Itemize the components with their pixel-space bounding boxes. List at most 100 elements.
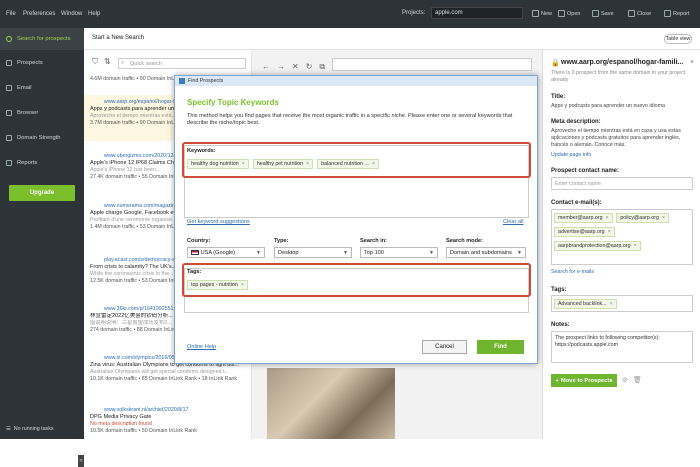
app-icon	[179, 78, 185, 84]
close-icon	[628, 10, 635, 17]
email-chip: advertise@aarp.org ×	[554, 227, 615, 237]
email-chip: member@aarp.org ×	[554, 213, 613, 223]
type-select[interactable]: Desktop ▼	[274, 247, 352, 258]
prospects-icon	[6, 60, 12, 66]
tags-label: Tags:	[551, 287, 567, 293]
stop-icon[interactable]: ✕	[292, 62, 299, 72]
remove-icon[interactable]: ×	[634, 243, 637, 249]
collapse-sidebar-button[interactable]: «	[78, 455, 84, 467]
remove-icon[interactable]: ×	[241, 282, 244, 288]
move-to-prospects-button[interactable]: + Move to Prospects	[551, 374, 617, 387]
meta-label: Meta description:	[551, 119, 601, 125]
tasks-icon: ☰	[6, 426, 11, 432]
clear-all-link[interactable]: Clear all	[503, 219, 524, 225]
external-link-icon[interactable]: ⧉	[319, 62, 325, 72]
dialog-tags-label: Tags:	[187, 269, 202, 275]
cancel-button[interactable]: Cancel	[422, 340, 467, 354]
contact-name-input[interactable]: Enter contact name	[551, 177, 693, 190]
forward-icon[interactable]: →	[277, 62, 285, 72]
search-emails-link[interactable]: Search for e-mails	[551, 269, 693, 276]
search-in-label: Search in:	[360, 238, 388, 244]
keywords-chips: healthy dog nutrition × healthy pet nutri…	[187, 159, 379, 169]
save-icon	[592, 10, 599, 17]
online-help-link[interactable]: Online Help	[187, 344, 216, 350]
notes-textarea[interactable]: The prospect links to following competit…	[551, 331, 693, 363]
browser-nav: ← → ✕ ↻ ⧉	[262, 62, 325, 72]
emails-field[interactable]: member@aarp.org × policy@aarp.org × advert…	[551, 209, 693, 265]
upgrade-button[interactable]: Upgrade	[9, 185, 75, 201]
search-mode-label: Search mode:	[446, 238, 483, 244]
dialog-description: This method helps you find pages that re…	[187, 113, 513, 126]
remove-icon[interactable]: ×	[608, 229, 611, 235]
projects-label: Projects:	[402, 10, 426, 16]
search-mode-select[interactable]: Domain and subdomains ▼	[446, 247, 526, 258]
sort-icon[interactable]: ⇅	[104, 57, 111, 66]
chevron-down-icon: ▼	[429, 250, 434, 256]
notes-label: Notes:	[551, 322, 570, 328]
close-button[interactable]: Close	[628, 10, 651, 17]
chart-icon	[6, 160, 12, 166]
plus-icon: +	[555, 377, 559, 384]
remove-icon[interactable]: ×	[242, 161, 245, 167]
open-button[interactable]: Open	[558, 10, 580, 17]
menu-preferences[interactable]: Preferences	[23, 11, 55, 17]
menu-help[interactable]: Help	[88, 11, 100, 17]
email-chip: aarpbrandprotection@aarp.org ×	[554, 241, 641, 251]
list-item[interactable]: www.volkskrant.nl/archief/2020/8/17 DPG …	[84, 407, 251, 435]
page-title: www.aarp.org/espanol/hogar-famili...	[561, 59, 684, 66]
table-view-button[interactable]: Table view	[664, 34, 692, 44]
find-prospects-dialog: Find Prospects Specify Topic Keywords Th…	[174, 75, 538, 364]
sidebar-item-reports[interactable]: Reports	[0, 152, 84, 174]
keyword-suggestions-link[interactable]: Get keyword suggestions	[187, 219, 250, 225]
tags-chips: top pages - nutrition ×	[187, 280, 248, 290]
project-select[interactable]: apple.com	[431, 7, 523, 19]
dialog-window-title: Find Prospects	[188, 78, 224, 84]
web-page-image	[267, 368, 395, 439]
envelope-icon	[6, 85, 12, 91]
running-tasks-status[interactable]: ☰ No running tasks	[6, 426, 54, 432]
back-icon[interactable]: ←	[262, 62, 270, 72]
browser-url-bar[interactable]	[332, 58, 532, 71]
remove-icon[interactable]: ×	[306, 161, 309, 167]
country-label: Country:	[187, 238, 211, 244]
block-icon[interactable]: ⊘	[622, 376, 628, 384]
tags-field[interactable]: Advanced backlink... ×	[551, 295, 693, 312]
chevron-down-icon: ▼	[343, 250, 348, 256]
search-icon	[6, 36, 12, 42]
remove-icon[interactable]: ×	[372, 161, 375, 167]
close-icon[interactable]: ×	[690, 59, 694, 66]
menu-window[interactable]: Window	[61, 11, 82, 17]
menu-file[interactable]: File	[6, 11, 16, 17]
remove-icon[interactable]: ×	[662, 215, 665, 221]
remove-icon[interactable]: ×	[610, 301, 613, 307]
start-new-search-dropdown[interactable]: Start a New Search	[92, 35, 144, 41]
sidebar-item-email[interactable]: Email	[0, 77, 84, 99]
sidebar-item-browser[interactable]: Browser	[0, 102, 84, 124]
contact-label: Prospect contact name:	[551, 168, 620, 174]
sidebar-item-search-prospects[interactable]: Search for prospects	[0, 28, 84, 50]
new-button[interactable]: New	[532, 10, 552, 17]
update-page-info-link[interactable]: Update page info	[551, 152, 693, 159]
save-button[interactable]: Save	[592, 10, 614, 17]
refresh-icon[interactable]: ↻	[306, 62, 313, 72]
sidebar-item-prospects[interactable]: Prospects	[0, 52, 84, 74]
keyword-chip: healthy pet nutrition ×	[252, 159, 314, 169]
search-header: Start a New Search Table view	[84, 28, 700, 50]
find-button[interactable]: Find	[477, 340, 524, 354]
dialog-title-bar: Find Prospects	[175, 76, 537, 86]
report-button[interactable]: Report	[664, 10, 690, 17]
keywords-label: Keywords:	[187, 148, 216, 154]
tag-chip: Advanced backlink... ×	[554, 299, 617, 309]
type-label: Type:	[274, 238, 289, 244]
quick-search-input[interactable]: Quick search	[118, 58, 246, 69]
remove-icon[interactable]: ×	[606, 215, 609, 221]
email-chip: policy@aarp.org ×	[616, 213, 670, 223]
sidebar-item-domain-strength[interactable]: Domain Strength	[0, 127, 84, 149]
us-flag-icon	[191, 250, 199, 256]
dialog-heading: Specify Topic Keywords	[187, 98, 279, 107]
country-select[interactable]: USA (Google) ▼	[187, 247, 265, 258]
prospect-details-panel: 🔒 www.aarp.org/espanol/hogar-famili... ×…	[542, 50, 700, 439]
search-in-select[interactable]: Top 100 ▼	[360, 247, 438, 258]
trash-icon[interactable]: 🗑	[633, 376, 642, 384]
filter-icon[interactable]: ⛉	[92, 57, 98, 67]
